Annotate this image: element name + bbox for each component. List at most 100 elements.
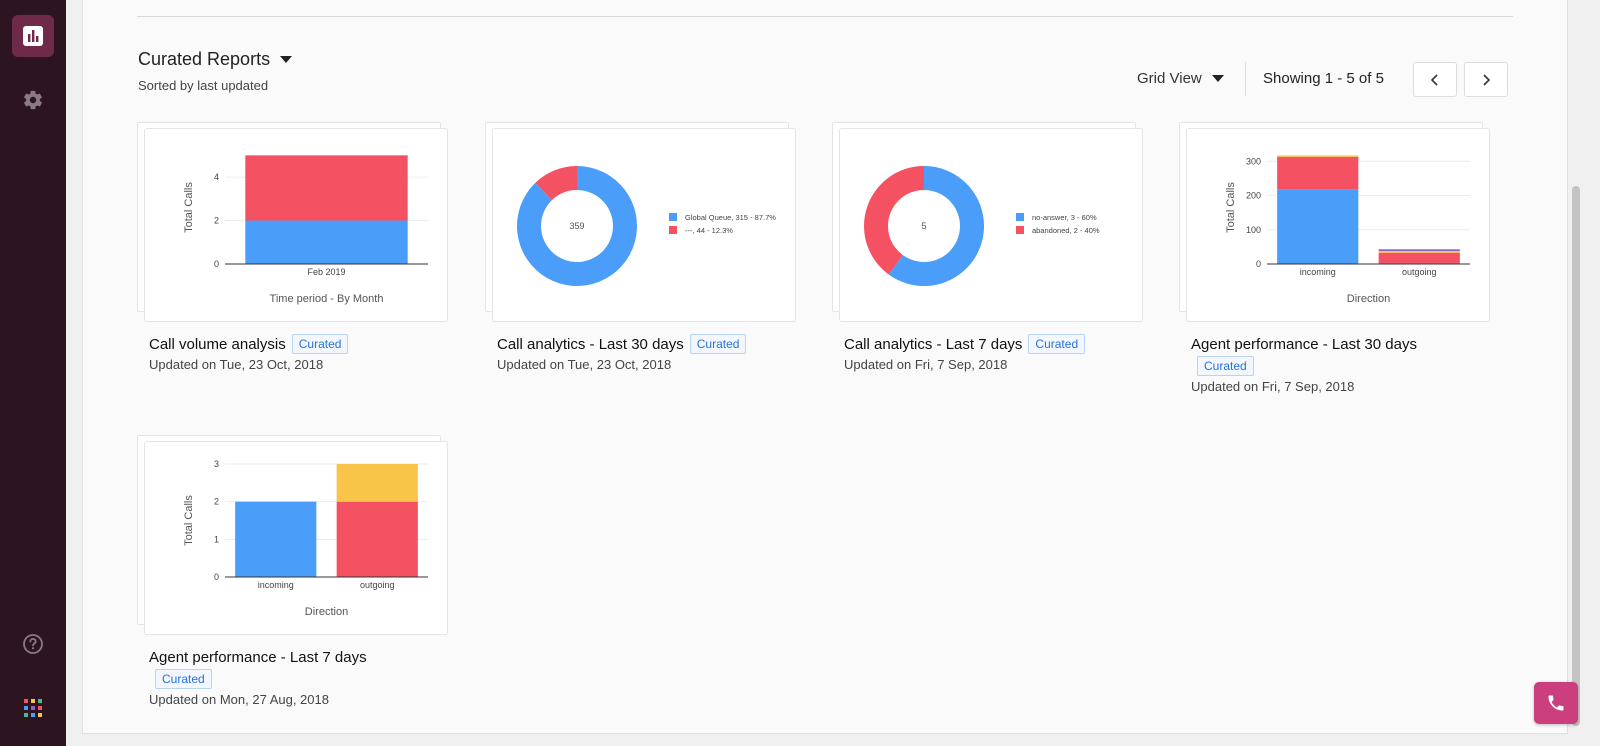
chart-preview[interactable]: 0 2 4 Feb 2019 Total Calls Time period - By M… [144,128,448,322]
y-tick-label: 0 [214,259,219,269]
chart-svg: 0 1 2 3 incoming outgoing Total Calls Direction [183,459,428,618]
updated-date: Updated on Tue, 23 Oct, 2018 [497,357,672,372]
curated-badge: Curated [291,334,349,354]
chevron-right-icon [1483,73,1491,86]
y-axis-label: Total Calls [183,182,195,233]
scrollbar-thumb[interactable] [1572,186,1580,726]
x-axis-label: Direction [305,606,348,618]
y-tick-label: 0 [1256,259,1261,269]
header-divider [137,16,1513,17]
report-name: Call analytics - Last 30 days [497,336,684,353]
settings-nav-button[interactable] [12,79,54,121]
report-name-line: Call volume analysis Curated [149,334,417,356]
updated-date: Updated on Tue, 23 Oct, 2018 [149,357,324,372]
y-tick-label: 300 [1246,156,1261,166]
view-mode-label: Grid View [1137,70,1202,87]
chart-preview[interactable]: 0 1 2 3 incoming outgoing Total Calls Direction [144,441,448,635]
legend-value: 3 - 60% [1071,213,1097,222]
help-button[interactable] [12,623,54,665]
view-mode-dropdown[interactable]: Grid View [1137,70,1224,87]
bar-segment[interactable] [1277,189,1359,264]
bar-segment[interactable] [1277,155,1359,157]
x-axis-label: Direction [1347,293,1390,305]
chart-svg: no-answer, 3 - 60% abandoned, 2 - 40% 5 [864,166,1100,286]
report-name-line: Agent performance - Last 30 days Curated [1191,334,1459,378]
bar-segment[interactable] [245,220,408,264]
pagination-status: Showing 1 - 5 of 5 [1263,70,1384,87]
legend-swatch [669,213,677,221]
legend-label: abandoned, 2 - 40% [1032,226,1100,235]
curated-badge: Curated [1197,356,1254,376]
y-tick-label: 2 [214,216,219,226]
y-tick-label: 200 [1246,191,1261,201]
updated-date: Updated on Fri, 7 Sep, 2018 [1191,379,1355,394]
updated-date: Updated on Fri, 7 Sep, 2018 [844,357,1008,372]
toolbar-divider [1245,62,1246,96]
next-page-button[interactable] [1464,62,1508,97]
help-icon [23,634,43,654]
legend-value: 2 - 40% [1074,226,1100,235]
chart-preview[interactable]: 0 100 200 300 incoming outgoing Total Calls Dir… [1186,128,1490,322]
phone-call-button[interactable] [1534,682,1578,724]
apps-grid-icon [24,699,42,717]
x-tick-label: outgoing [360,580,395,590]
y-axis-label: Total Calls [183,495,195,546]
page-title: Curated Reports [138,49,271,69]
report-name: Call analytics - Last 7 days [844,336,1023,353]
x-tick-label: incoming [1300,267,1336,277]
legend-label: ---, 44 - 12.3% [685,226,733,235]
report-name: Agent performance - Last 7 days [149,649,367,666]
y-tick-label: 0 [214,572,219,582]
bar-segment[interactable] [245,155,408,221]
chart-svg: Global Queue, 315 - 87.7% ---, 44 - 12.3%… [517,166,776,286]
legend-series-name: Global Queue [685,213,731,222]
legend-value: 315 - 87.7% [735,213,776,222]
sidebar [0,0,66,746]
chevron-down-icon [1211,75,1224,82]
sort-info: Sorted by last updated [138,78,269,93]
legend-value: 44 - 12.3% [697,226,734,235]
chart-preview[interactable]: Global Queue, 315 - 87.7% ---, 44 - 12.3%… [492,128,796,322]
legend-swatch [1016,226,1024,234]
y-tick-label: 1 [214,534,219,544]
card-meta: Agent performance - Last 7 days Curated Up… [149,647,417,707]
legend-swatch [1016,213,1024,221]
curated-badge: Curated [1028,334,1086,354]
updated-date: Updated on Mon, 27 Aug, 2018 [149,692,329,707]
x-tick-label: Feb 2019 [307,267,345,277]
bar-segment[interactable] [1277,156,1359,190]
chart-preview[interactable]: no-answer, 3 - 60% abandoned, 2 - 40% 5 [839,128,1143,322]
chevron-down-icon [280,56,293,63]
bar-segment[interactable] [336,501,418,577]
card-meta: Call analytics - Last 30 days Curated Upda… [497,334,765,372]
report-name-line: Agent performance - Last 7 days Curated [149,647,417,691]
donut-center-total: 359 [569,221,584,231]
reports-filter-dropdown[interactable]: Curated Reports [138,49,293,70]
bar-segment[interactable] [1378,252,1460,263]
report-name: Agent performance - Last 30 days [1191,336,1417,353]
chart-svg: 0 2 4 Feb 2019 Total Calls Time period - By M… [183,155,428,305]
legend-label: Global Queue, 315 - 87.7% [685,213,776,222]
apps-launcher-button[interactable] [12,687,54,729]
y-tick-label: 2 [214,497,219,507]
y-tick-label: 4 [214,172,219,182]
x-axis-label: Time period - By Month [270,293,384,305]
bar-segment[interactable] [1378,250,1460,253]
bar-segment[interactable] [336,464,418,502]
report-name-line: Call analytics - Last 7 days Curated [844,334,1112,356]
y-axis-label: Total Calls [1225,182,1237,233]
donut-center-total: 5 [921,221,926,231]
curated-badge: Curated [689,334,747,354]
previous-page-button[interactable] [1413,62,1457,97]
legend-series-name: abandoned [1032,226,1070,235]
reports-nav-button[interactable] [12,15,54,57]
x-tick-label: incoming [258,580,294,590]
bar-segment[interactable] [235,501,317,577]
card-meta: Agent performance - Last 30 days Curated U… [1191,334,1459,394]
bar-segment[interactable] [1378,249,1460,251]
pie-slice[interactable] [864,166,924,275]
chevron-left-icon [1430,73,1438,86]
report-name: Call volume analysis [149,336,286,353]
x-tick-label: outgoing [1402,267,1437,277]
y-tick-label: 3 [214,459,219,469]
